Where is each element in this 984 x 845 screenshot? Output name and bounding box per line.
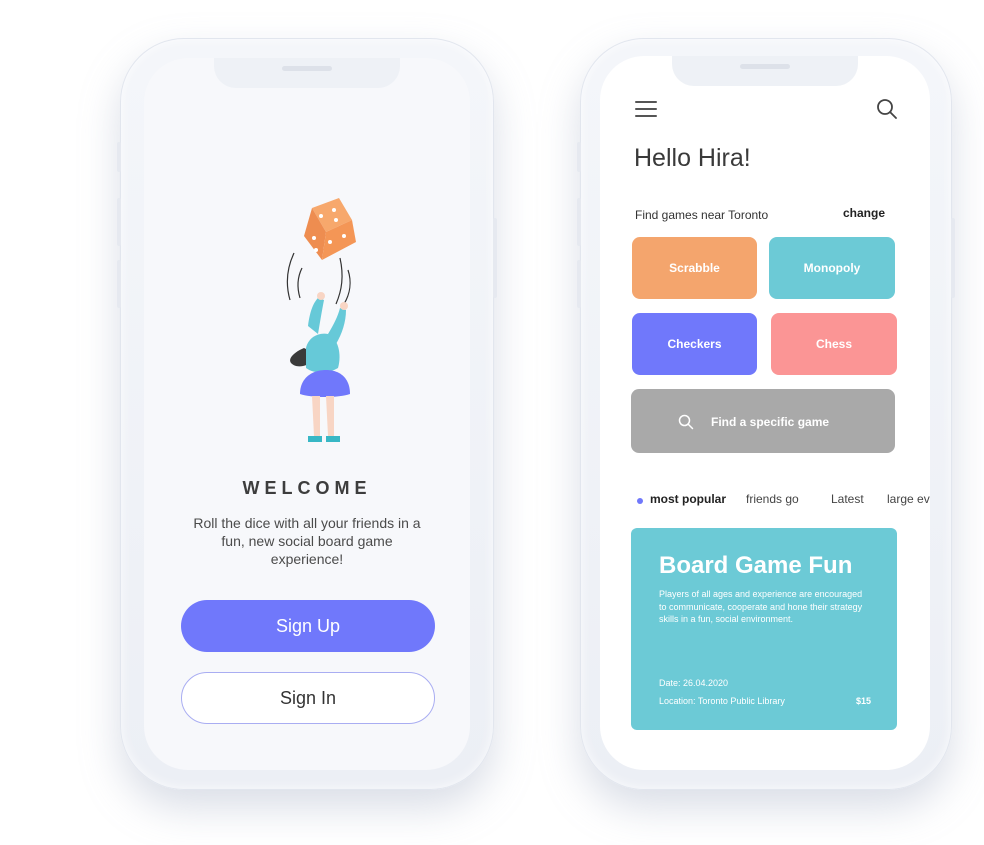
welcome-title: WELCOME	[242, 478, 372, 498]
location-text: Find games near Toronto	[635, 208, 769, 222]
side-button	[951, 218, 955, 298]
filter-tabs: most popular friends go Latest large ev	[600, 490, 930, 510]
welcome-description: Roll the dice with all your friends in a…	[193, 515, 421, 567]
event-title: Board Game Fun	[659, 552, 853, 579]
side-button	[577, 142, 581, 172]
event-price: $15	[856, 696, 872, 706]
search-icon[interactable]	[876, 98, 898, 120]
find-game-label: Find a specific game	[711, 415, 830, 429]
game-tile-checkers[interactable]: Checkers	[632, 313, 757, 375]
event-card[interactable]: Board Game Fun Players of all ages and e…	[631, 528, 897, 730]
change-location-link[interactable]: change	[843, 206, 885, 220]
phone-frame-right: Hello Hira! Find games near Toronto chan…	[577, 38, 955, 790]
event-date: Date: 26.04.2020	[659, 678, 729, 688]
dice-icon	[304, 198, 356, 260]
filter-tab-most-popular[interactable]: most popular	[650, 492, 726, 506]
side-button	[117, 142, 121, 172]
greeting-heading: Hello Hira!	[634, 144, 751, 172]
notch	[672, 56, 858, 86]
side-button	[117, 260, 121, 308]
sign-in-button[interactable]: Sign In	[181, 672, 435, 724]
game-tile-scrabble[interactable]: Scrabble	[632, 237, 757, 299]
filter-tab-latest[interactable]: Latest	[831, 492, 864, 506]
event-location: Location: Toronto Public Library	[659, 696, 785, 706]
notch	[214, 58, 400, 88]
side-button	[117, 198, 121, 246]
phone-frame-left: WELCOME Roll the dice with all your frie…	[117, 38, 497, 790]
game-tile-chess[interactable]: Chess	[771, 313, 897, 375]
event-description: Players of all ages and experience are e…	[659, 589, 863, 624]
side-button	[493, 218, 497, 298]
home-screen: Hello Hira! Find games near Toronto chan…	[600, 56, 930, 770]
welcome-screen: WELCOME Roll the dice with all your frie…	[144, 58, 470, 770]
game-tile-monopoly[interactable]: Monopoly	[769, 237, 895, 299]
speaker	[282, 66, 332, 71]
speaker	[740, 64, 790, 69]
search-icon	[678, 414, 694, 430]
side-button	[577, 260, 581, 308]
find-specific-game-button[interactable]: Find a specific game	[631, 389, 895, 453]
side-button	[577, 198, 581, 246]
active-filter-dot	[637, 498, 643, 504]
girl-tossing-dice-illustration	[286, 198, 356, 442]
filter-tab-large-events[interactable]: large ev	[887, 492, 930, 506]
filter-tab-friends-go[interactable]: friends go	[746, 492, 799, 506]
hamburger-menu-icon[interactable]	[635, 101, 657, 117]
sign-up-button[interactable]: Sign Up	[181, 600, 435, 652]
